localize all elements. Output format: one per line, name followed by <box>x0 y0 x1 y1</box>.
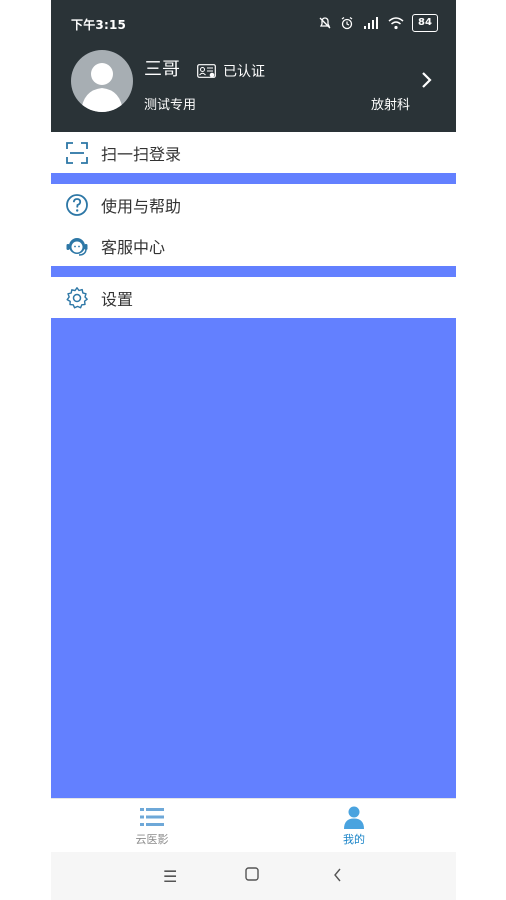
tab-mine[interactable]: 我的 <box>294 803 414 847</box>
user-name: 三哥 <box>144 59 180 80</box>
section-divider <box>51 266 456 277</box>
alarm-icon <box>340 15 354 31</box>
headset-icon <box>65 234 89 258</box>
settings-item[interactable]: 设置 <box>51 277 456 318</box>
status-icons: 84 <box>318 14 438 32</box>
scan-login-item[interactable]: 扫一扫登录 <box>51 132 456 173</box>
content-area <box>51 318 456 798</box>
scan-section: 扫一扫登录 <box>51 132 456 173</box>
chevron-right-icon[interactable] <box>420 70 434 90</box>
list-icon <box>92 803 212 831</box>
profile-header[interactable]: 下午3:15 84 三哥 已认证 测试专用 放射科 <box>51 0 456 132</box>
hd-signal-icon <box>362 15 380 31</box>
gear-icon <box>65 286 89 310</box>
scan-icon <box>65 141 89 165</box>
tab-cloud-imaging[interactable]: 云医影 <box>92 803 212 847</box>
battery-icon: 84 <box>412 14 438 32</box>
back-nav-icon[interactable] <box>333 867 343 886</box>
bottom-tab-bar: 云医影 我的 <box>51 798 456 853</box>
status-time: 下午3:15 <box>71 18 127 32</box>
subject-label: 放射科 <box>370 98 410 113</box>
customer-service-label: 客服中心 <box>101 237 166 257</box>
customer-service-item[interactable]: 客服中心 <box>51 225 456 266</box>
department-label: 测试专用 <box>144 98 197 113</box>
id-card-icon <box>197 64 216 78</box>
tab-mine-label: 我的 <box>343 833 365 846</box>
tab-cloud-imaging-label: 云医影 <box>135 833 169 846</box>
question-icon <box>65 193 89 217</box>
system-nav-bar: ☰ <box>51 852 456 900</box>
section-divider <box>51 173 456 184</box>
help-label: 使用与帮助 <box>101 196 182 216</box>
settings-section: 设置 <box>51 277 456 318</box>
verified-badge: 已认证 <box>197 61 265 81</box>
verified-label: 已认证 <box>223 64 265 80</box>
help-section: 使用与帮助 客服中心 <box>51 184 456 266</box>
home-nav-icon[interactable] <box>245 866 259 885</box>
avatar[interactable] <box>71 50 133 112</box>
help-item[interactable]: 使用与帮助 <box>51 184 456 225</box>
scan-login-label: 扫一扫登录 <box>101 144 182 164</box>
status-bar: 下午3:15 84 <box>51 10 456 36</box>
person-icon <box>294 803 414 831</box>
menu-nav-icon[interactable]: ☰ <box>163 867 177 886</box>
settings-label: 设置 <box>101 289 134 309</box>
phone-screen: 下午3:15 84 三哥 已认证 测试专用 放射科 扫一扫登录 使用与帮助 客服… <box>51 0 456 900</box>
wifi-icon <box>388 15 404 31</box>
mute-icon <box>318 15 332 31</box>
